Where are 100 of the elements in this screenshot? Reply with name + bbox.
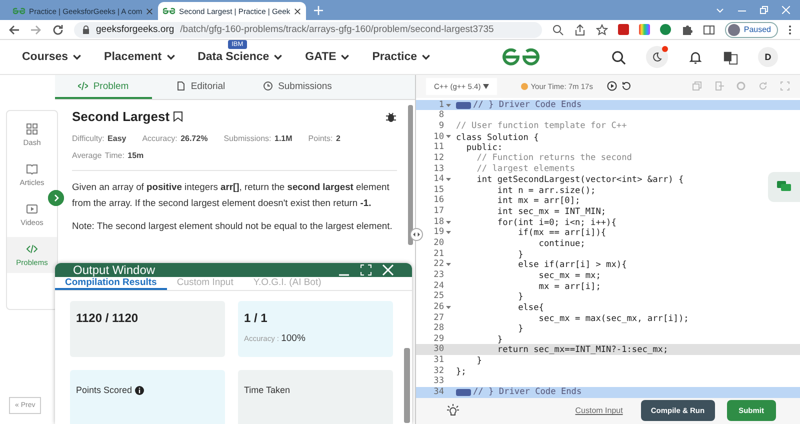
line-number: 1 (438, 100, 444, 110)
logo-icon[interactable] (501, 48, 542, 66)
line-number: 18 (432, 216, 444, 228)
result-label: Points Scored (76, 385, 132, 395)
chevron-icon (273, 52, 284, 62)
grammar-extension-icon[interactable] (660, 24, 671, 35)
collapsed-code-icon[interactable] (456, 102, 471, 109)
chevron-icon (166, 52, 176, 62)
bell-icon[interactable] (688, 50, 703, 64)
nav-menu[interactable]: Placement (104, 51, 176, 63)
fold-icon[interactable] (446, 304, 450, 310)
bookmark-icon[interactable] (172, 111, 183, 122)
code-line: sec_mx = max(sec_mx, arr[i]); (538, 314, 689, 324)
output-tab[interactable]: Compilation Results (55, 277, 167, 290)
code-line: }; (456, 366, 466, 378)
search-icon[interactable] (611, 50, 626, 64)
play-icon[interactable] (606, 81, 617, 92)
restore-icon[interactable] (760, 6, 768, 14)
line-number: 22 (432, 259, 444, 270)
nav-menu[interactable]: GATE (305, 51, 350, 63)
line-number: 8 (438, 110, 444, 121)
collapsed-code-icon[interactable] (456, 388, 471, 396)
code-line: else{ (517, 302, 544, 314)
problem-tab[interactable]: Editorial (152, 75, 249, 99)
line-number: 12 (432, 152, 444, 164)
code-line: // } Driver Code Ends (473, 387, 582, 398)
code-icon (78, 81, 88, 91)
close-icon[interactable] (294, 8, 302, 14)
line-number: 24 (432, 280, 444, 292)
chevron-icon (421, 52, 432, 62)
custom-input-link[interactable]: Custom Input (569, 405, 629, 416)
line-number: 16 (432, 195, 444, 206)
problem-stat: Average Time: 15m (72, 150, 144, 162)
line-number: 32 (432, 366, 444, 376)
nav-menu[interactable]: Practice (372, 51, 432, 63)
avatar[interactable]: D (758, 47, 778, 67)
code-line: int sec_mx = INT_MIN; (496, 207, 606, 218)
line-number: 33 (432, 376, 444, 388)
color-extension-icon[interactable] (638, 24, 650, 35)
site-icon (13, 7, 25, 15)
bulb-icon[interactable] (446, 404, 460, 418)
menu-icon[interactable] (788, 24, 792, 34)
code-line: public: (465, 143, 503, 154)
side-panel-icon[interactable] (702, 24, 715, 36)
site-icon (163, 7, 175, 15)
problem-title: Second Largest (72, 109, 170, 124)
result-value: 1120 / 1120 (76, 311, 140, 325)
code-line: // largest elements (476, 164, 575, 174)
puzzle-icon[interactable] (680, 24, 693, 36)
share-icon[interactable] (574, 24, 586, 36)
reset-icon[interactable] (620, 81, 631, 92)
forward-icon[interactable] (30, 24, 42, 36)
theme-toggle[interactable] (646, 46, 668, 68)
fold-icon[interactable] (446, 102, 450, 108)
problem-stat: Submissions: 1.1M (224, 133, 292, 145)
new-tab-icon[interactable] (314, 6, 323, 14)
code-line: sec_mx = mx; (538, 270, 601, 282)
fold-icon[interactable] (446, 230, 450, 236)
pdf-extension-icon[interactable] (618, 24, 629, 35)
problem-tab[interactable]: Problem (55, 75, 152, 99)
line-number: 23 (432, 270, 444, 281)
line-number: 25 (432, 291, 444, 302)
code-line: else if(arr[i] > mx){ (517, 260, 627, 271)
nav-menu[interactable]: Data Science (198, 51, 284, 63)
line-number: 21 (432, 248, 444, 260)
profile-button[interactable]: Paused (724, 22, 778, 38)
moon-icon (652, 52, 662, 62)
code-line: // User function template for C++ (456, 121, 627, 132)
chat-button[interactable] (768, 172, 800, 202)
star-icon[interactable] (596, 24, 608, 36)
problem-stat: Accuracy: 26.72% (142, 133, 208, 145)
book-icon (26, 163, 38, 175)
splitter-handle[interactable] (410, 228, 423, 241)
reload-icon[interactable] (52, 24, 64, 36)
result-label: Time Taken (244, 385, 290, 395)
fold-icon[interactable] (446, 220, 450, 225)
problem-description: Given an array of positive integers arr[], return the second largest element from the array. If the second largest element doesn't exist then return -1. (72, 180, 390, 210)
translate-icon[interactable] (723, 50, 738, 64)
problem-tab[interactable]: Submissions (249, 75, 346, 99)
code-line: // } Driver Code Ends (473, 100, 582, 110)
back-icon[interactable] (8, 24, 20, 36)
bug-icon[interactable] (385, 110, 397, 122)
code-line: if(mx == arr[i]){ (517, 228, 606, 240)
lock-icon (82, 25, 90, 34)
code-line: continue; (538, 239, 586, 250)
code-line: mx = arr[i]; (538, 282, 601, 292)
nav-menu[interactable]: Courses (22, 51, 82, 63)
code-line: int getSecondLargest(vector<int> &arr) { (476, 175, 684, 186)
line-number: 27 (432, 312, 444, 324)
expand-icon[interactable] (48, 190, 64, 206)
line-number: 13 (432, 164, 444, 174)
code-line: int mx = arr[0]; (496, 196, 580, 208)
fold-icon[interactable] (446, 134, 450, 140)
fold-icon[interactable] (446, 262, 450, 268)
info-icon[interactable] (135, 386, 144, 394)
code-line: } (517, 250, 524, 260)
zoom-icon[interactable] (552, 24, 564, 36)
address-bar[interactable]: geeksforgeeks.org /batch/gfg-160-problems/track/arrays-gfg-160/problem/second-largest3735 (74, 22, 542, 38)
fold-icon[interactable] (446, 177, 450, 182)
chevron-icon[interactable] (716, 6, 724, 14)
